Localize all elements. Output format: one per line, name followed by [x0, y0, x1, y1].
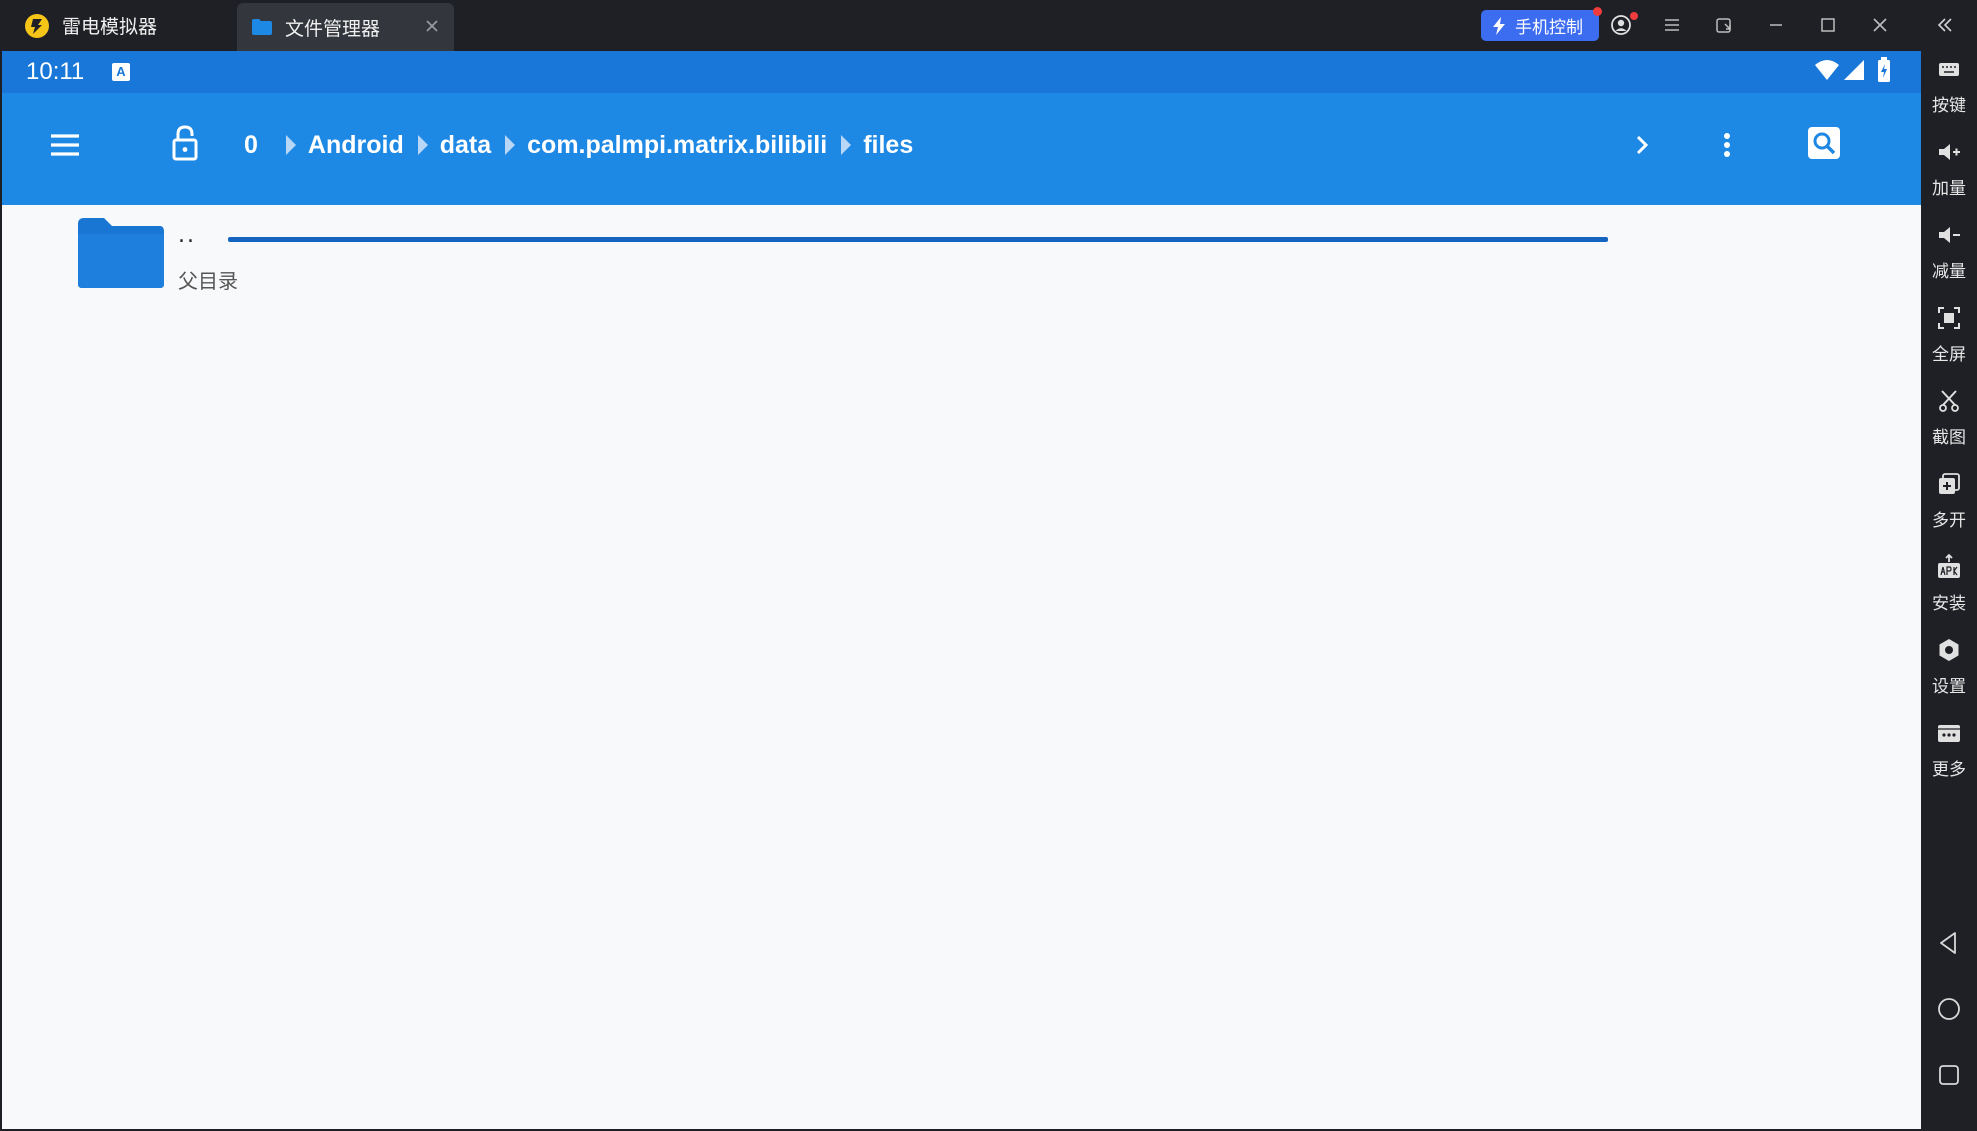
- keyboard-icon: [1939, 63, 1959, 76]
- more-icon: [1938, 725, 1960, 742]
- breadcrumb-separator-icon: [417, 135, 428, 155]
- sidebar-screenshot-label: 截图: [1932, 428, 1966, 448]
- breadcrumb-item-data[interactable]: data: [440, 131, 491, 160]
- sidebar-install-button[interactable]: 安装: [1921, 549, 1977, 629]
- breadcrumb-item-android[interactable]: Android: [308, 131, 404, 160]
- lightning-icon: [1493, 16, 1505, 35]
- sidebar-settings-label: 设置: [1932, 677, 1966, 697]
- notification-a-icon: A: [112, 63, 130, 81]
- sidebar-volume-down-button[interactable]: 减量: [1921, 217, 1977, 297]
- fullscreen-icon: [1938, 307, 1960, 329]
- apk-install-icon: [1938, 553, 1960, 578]
- sidebar-keymap-button[interactable]: 按键: [1921, 51, 1977, 131]
- folder-icon: [78, 218, 164, 288]
- sidebar-settings-button[interactable]: 设置: [1921, 632, 1977, 712]
- breadcrumb: 0 Android data com.palmpi.matrix.bilibil…: [244, 125, 913, 165]
- sidebar-fullscreen-button[interactable]: 全屏: [1921, 300, 1977, 380]
- phone-control-button[interactable]: 手机控制: [1481, 7, 1602, 41]
- emulator-titlebar: 雷电模拟器 文件管理器 手机控制: [0, 0, 1977, 51]
- close-icon[interactable]: [1867, 12, 1893, 38]
- breadcrumb-separator-icon: [505, 135, 516, 155]
- app-bar: 0 Android data com.palmpi.matrix.bilibil…: [2, 93, 1921, 242]
- file-description: 父目录: [178, 269, 238, 293]
- status-bar: 10:11 A: [2, 51, 1921, 93]
- multi-instance-icon: [1939, 473, 1960, 494]
- restore-window-icon[interactable]: [1711, 12, 1737, 38]
- account-notification-dot: [1630, 12, 1638, 20]
- sidebar-screenshot-button[interactable]: 截图: [1921, 383, 1977, 463]
- phone-control-label: 手机控制: [1515, 18, 1583, 38]
- home-icon[interactable]: [1933, 993, 1965, 1025]
- hamburger-menu-icon[interactable]: [45, 125, 85, 165]
- chevron-right-icon[interactable]: [1622, 125, 1662, 165]
- minimize-icon[interactable]: [1763, 12, 1789, 38]
- folder-tab-icon: [252, 19, 272, 35]
- tab-close-icon[interactable]: [420, 14, 444, 38]
- sidebar-multi-instance-label: 多开: [1932, 511, 1966, 531]
- collapse-sidebar-icon[interactable]: [1932, 12, 1958, 38]
- battery-icon: [1878, 57, 1890, 82]
- sidebar-multi-instance-button[interactable]: 多开: [1921, 466, 1977, 546]
- tab-emulator-label: 雷电模拟器: [62, 16, 158, 38]
- android-screen: 10:11 A 0 Android data com.palmpi.matrix…: [2, 51, 1921, 1129]
- back-icon[interactable]: [1933, 927, 1965, 959]
- settings-icon: [1939, 639, 1959, 661]
- search-icon[interactable]: [1804, 123, 1844, 163]
- notification-dot: [1593, 7, 1602, 16]
- scissors-icon: [1939, 390, 1959, 412]
- sidebar-keymap-label: 按键: [1932, 96, 1966, 116]
- overflow-menu-icon[interactable]: [1707, 125, 1747, 165]
- wifi-icon: [1815, 60, 1839, 80]
- breadcrumb-item-files[interactable]: files: [863, 131, 913, 160]
- breadcrumb-item-root[interactable]: 0: [244, 131, 258, 160]
- file-name: ..: [178, 223, 196, 248]
- maximize-icon[interactable]: [1815, 12, 1841, 38]
- sidebar-fullscreen-label: 全屏: [1932, 345, 1966, 365]
- sidebar-volume-down-label: 减量: [1932, 262, 1966, 282]
- emulator-logo-icon: [25, 13, 49, 38]
- sidebar-more-label: 更多: [1932, 760, 1966, 780]
- tab-file-manager-label: 文件管理器: [285, 17, 381, 40]
- sidebar-volume-up-label: 加量: [1932, 179, 1966, 199]
- breadcrumb-item-package[interactable]: com.palmpi.matrix.bilibili: [527, 131, 827, 160]
- breadcrumb-separator-icon: [285, 135, 296, 155]
- volume-up-icon: [1939, 144, 1960, 160]
- volume-down-icon: [1939, 227, 1960, 243]
- lock-open-icon[interactable]: [165, 123, 205, 163]
- tab-file-manager[interactable]: 文件管理器: [237, 3, 454, 51]
- breadcrumb-separator-icon: [841, 135, 852, 155]
- file-row-parent[interactable]: .. 父目录: [2, 205, 1921, 305]
- menu-icon[interactable]: [1659, 12, 1685, 38]
- emulator-sidebar: 按键 加量 减量 全屏 截图 多开 安装 设置 更多: [1921, 51, 1977, 1131]
- status-clock: 10:11: [26, 58, 85, 85]
- sidebar-install-label: 安装: [1932, 594, 1966, 614]
- sidebar-volume-up-button[interactable]: 加量: [1921, 134, 1977, 214]
- recents-icon[interactable]: [1933, 1059, 1965, 1091]
- signal-icon: [1844, 60, 1864, 80]
- sidebar-more-button[interactable]: 更多: [1921, 715, 1977, 795]
- tab-emulator[interactable]: 雷电模拟器: [0, 0, 236, 51]
